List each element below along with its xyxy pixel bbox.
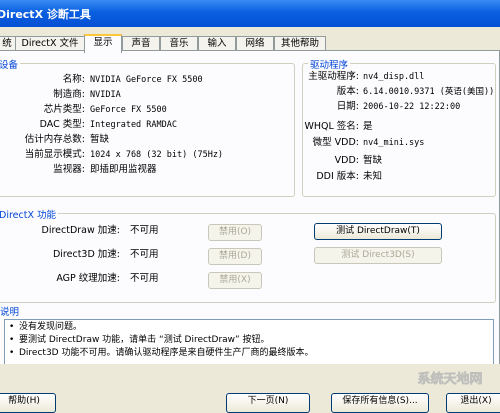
directx-features-group: DirectX 功能 DirectDraw 加速: 不可用 禁用(O) 测试 D…: [0, 207, 496, 303]
dac-type-value: Integrated RAMDAC: [90, 120, 177, 130]
device-row-dac: DAC 类型: Integrated RAMDAC: [0, 118, 294, 132]
bullet-icon: •: [9, 322, 15, 332]
note-item: • Direct3D 功能不可用。请确认驱动程序是来自硬件生产厂商的最终版本。: [9, 348, 314, 358]
date-value: 2006-10-22 12:22:00: [363, 102, 461, 112]
driver-row-vdd: VDD: 暂缺: [303, 154, 495, 168]
next-page-button[interactable]: 下一页(N): [226, 393, 310, 413]
device-row-memory: 估计内存总数: 暂缺: [0, 133, 294, 147]
main-driver-value: nv4_disp.dll: [363, 72, 425, 82]
device-name-label: 名称:: [62, 74, 85, 85]
dac-type-label: DAC 类型:: [39, 119, 85, 130]
tab-sound[interactable]: 声音: [122, 36, 160, 51]
ddi-value: 未知: [363, 171, 383, 182]
display-mode-value: 1024 x 768 (32 bit) (75Hz): [90, 150, 224, 160]
note-item: • 没有发现问题。: [9, 322, 83, 332]
device-group: 设备 名称: NVIDIA GeForce FX 5500 制造商: NVIDI…: [0, 57, 295, 197]
tab-display[interactable]: 显示: [84, 34, 122, 53]
manufacturer-value: NVIDIA: [90, 90, 121, 100]
bullet-icon: •: [9, 348, 15, 358]
disable-direct3d-button[interactable]: 禁用(D): [208, 248, 262, 265]
tab-network[interactable]: 网络: [236, 36, 274, 51]
tab-more-help[interactable]: 其他帮助: [274, 36, 326, 51]
mini-vdd-value: nv4_mini.sys: [363, 138, 425, 148]
whql-value: 是: [363, 121, 373, 132]
test-direct3d-button[interactable]: 测试 Direct3D(S): [314, 247, 442, 264]
tab-music[interactable]: 音乐: [160, 36, 198, 51]
window-title-bar[interactable]: DirectX 诊断工具: [0, 0, 500, 27]
agp-status: 不可用: [130, 273, 159, 284]
driver-row-ddi: DDI 版本: 未知: [303, 170, 495, 184]
device-row-display-mode: 当前显示模式: 1024 x 768 (32 bit) (75Hz): [0, 148, 294, 162]
device-name-value: NVIDIA GeForce FX 5500: [90, 75, 203, 85]
disable-agp-button[interactable]: 禁用(X): [208, 272, 262, 289]
manufacturer-label: 制造商:: [53, 89, 85, 100]
display-mode-label: 当前显示模式:: [24, 149, 85, 160]
vdd-label: VDD:: [334, 155, 359, 166]
driver-row-mini-vdd: 微型 VDD: nv4_mini.sys: [303, 136, 495, 150]
notes-box: • 没有发现问题。 • 要测试 DirectDraw 功能，请单击 “测试 Dire…: [4, 319, 494, 365]
tab-strip: 统 DirectX 文件 显示 声音 音乐 输入 网络 其他帮助: [0, 34, 500, 53]
driver-row-whql: WHQL 签名: 是: [303, 120, 495, 134]
driver-row-date: 日期: 2006-10-22 12:22:00: [303, 100, 495, 114]
tab-input[interactable]: 输入: [198, 36, 236, 51]
version-label: 版本:: [336, 86, 359, 97]
chip-type-value: GeForce FX 5500: [90, 105, 167, 115]
display-tab-panel: 设备 名称: NVIDIA GeForce FX 5500 制造商: NVIDI…: [0, 50, 500, 365]
tab-system[interactable]: 统: [0, 36, 16, 51]
directx-features-title: DirectX 功能: [0, 207, 58, 221]
direct3d-status: 不可用: [130, 249, 159, 260]
device-row-chip: 芯片类型: GeForce FX 5500: [0, 103, 294, 117]
vdd-value: 暂缺: [363, 155, 383, 166]
chip-type-label: 芯片类型:: [43, 104, 85, 115]
note-item: • 要测试 DirectDraw 功能，请单击 “测试 DirectDraw” 按…: [9, 335, 270, 345]
memory-value: 暂缺: [90, 134, 110, 145]
svg-text:系统天地网: 系统天地网: [417, 371, 482, 387]
test-directdraw-button[interactable]: 测试 DirectDraw(T): [314, 223, 442, 240]
tab-directx-files[interactable]: DirectX 文件: [15, 36, 85, 51]
monitor-value: 即插即用监视器: [90, 164, 157, 175]
directdraw-status: 不可用: [130, 225, 159, 236]
directdraw-label: DirectDraw 加速:: [41, 225, 120, 236]
version-value: 6.14.0010.9371 (英语(美国)): [363, 87, 495, 97]
main-driver-label: 主驱动程序:: [308, 71, 359, 82]
save-all-info-button[interactable]: 保存所有信息(S)...: [331, 393, 429, 413]
help-button[interactable]: 帮助(H): [0, 393, 56, 413]
driver-row-version: 版本: 6.14.0010.9371 (英语(美国)): [303, 85, 495, 99]
dialog-button-bar: 帮助(H) 下一页(N) 保存所有信息(S)... 退出(X) 系统天地网: [0, 364, 500, 413]
device-row-manufacturer: 制造商: NVIDIA: [0, 88, 294, 102]
drivers-group: 驱动程序 主驱动程序: nv4_disp.dll 版本: 6.14.0010.9…: [302, 57, 496, 197]
whql-label: WHQL 签名:: [304, 121, 359, 132]
device-group-title: 设备: [0, 57, 21, 71]
driver-row-main: 主驱动程序: nv4_disp.dll: [303, 70, 495, 84]
agp-label: AGP 纹理加速:: [56, 273, 120, 284]
monitor-label: 监视器:: [53, 164, 85, 175]
date-label: 日期:: [336, 101, 359, 112]
notes-title: 说明: [0, 304, 22, 318]
device-row-name: 名称: NVIDIA GeForce FX 5500: [0, 73, 294, 87]
mini-vdd-label: 微型 VDD:: [312, 137, 359, 148]
bullet-icon: •: [9, 335, 15, 345]
disable-directdraw-button[interactable]: 禁用(O): [208, 224, 262, 241]
direct3d-label: Direct3D 加速:: [52, 249, 120, 260]
ddi-label: DDI 版本:: [316, 171, 359, 182]
watermark-logo: 系统天地网: [417, 371, 483, 387]
window-title: DirectX 诊断工具: [0, 8, 91, 21]
device-row-monitor: 监视器: 即插即用监视器: [0, 163, 294, 177]
exit-button[interactable]: 退出(X): [446, 393, 500, 413]
memory-label: 估计内存总数:: [24, 134, 85, 145]
drivers-group-title: 驱动程序: [308, 57, 351, 71]
